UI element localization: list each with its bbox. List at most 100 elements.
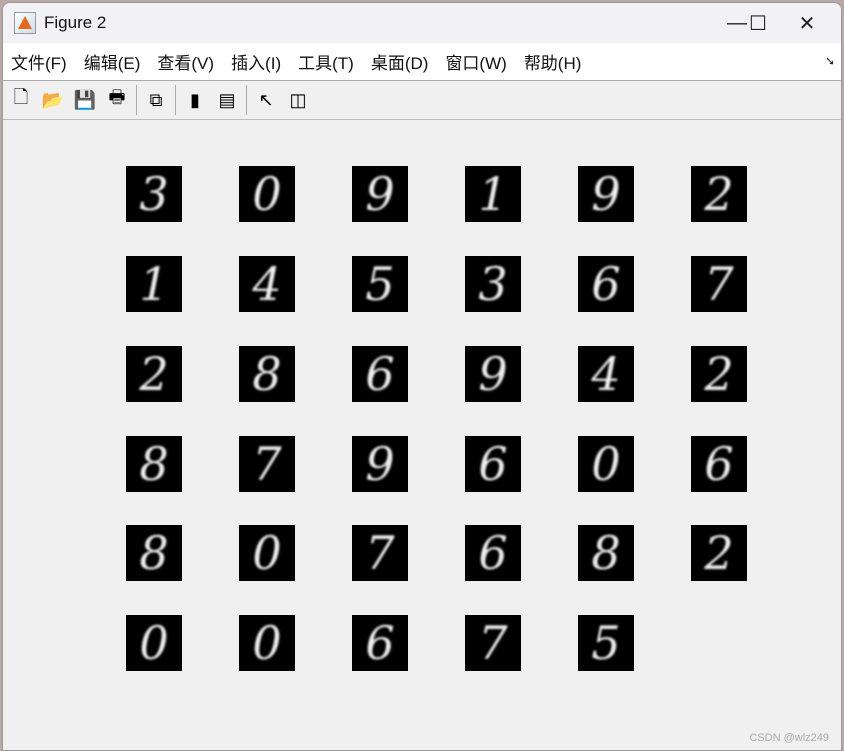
digit-image: 6	[465, 436, 521, 492]
digit-image: 1	[465, 166, 521, 222]
digit-image: 7	[691, 256, 747, 312]
maximize-button[interactable]: ☐	[733, 3, 783, 43]
digit-image: 7	[239, 436, 295, 492]
edit-plot-icon[interactable]: ↖	[253, 87, 279, 113]
digit-image: 5	[578, 615, 634, 671]
title-bar: Figure 2 — ☐ ✕	[3, 3, 841, 43]
insert-legend-icon[interactable]: ▤	[214, 87, 240, 113]
menu-item[interactable]: 窗口(W)	[445, 49, 506, 74]
digit-image: 4	[578, 346, 634, 402]
print-icon[interactable]: 🖶	[104, 87, 130, 113]
digit-image: 9	[352, 436, 408, 492]
digit-glyph: 6	[478, 526, 508, 580]
digit-image: 3	[465, 256, 521, 312]
digit-glyph: 2	[704, 167, 734, 221]
digit-glyph: 4	[591, 347, 621, 401]
menu-item[interactable]: 桌面(D)	[371, 49, 429, 74]
digit-image: 2	[126, 346, 182, 402]
digit-glyph: 0	[252, 616, 282, 670]
digit-image: 2	[691, 525, 747, 581]
digit-image: 2	[691, 346, 747, 402]
property-inspector-icon[interactable]: ◫	[285, 87, 311, 113]
digit-image: 6	[691, 436, 747, 492]
new-figure-icon[interactable]: 🗋	[8, 87, 34, 113]
digit-glyph: 6	[704, 437, 734, 491]
digit-glyph: 4	[252, 257, 282, 311]
insert-colorbar-icon[interactable]: ▮	[182, 87, 208, 113]
digit-image: 7	[352, 525, 408, 581]
digit-glyph: 0	[252, 167, 282, 221]
link-plot-icon[interactable]: ⧉	[143, 87, 169, 113]
digit-glyph: 9	[478, 347, 508, 401]
digit-image: 0	[578, 436, 634, 492]
digit-glyph: 2	[139, 347, 169, 401]
dock-arrow-icon[interactable]: ➘	[825, 54, 835, 68]
menu-item[interactable]: 工具(T)	[298, 49, 354, 74]
digit-glyph: 7	[252, 437, 282, 491]
digit-glyph: 2	[704, 347, 734, 401]
menu-bar: 文件(F) 编辑(E) 查看(V) 插入(I) 工具(T) 桌面(D) 窗口(W) 帮助(H)…	[3, 43, 841, 81]
digit-glyph: 8	[139, 526, 169, 580]
menu-item[interactable]: 文件(F)	[11, 49, 67, 74]
digit-glyph: 5	[591, 616, 621, 670]
digit-glyph: 9	[365, 167, 395, 221]
digit-image: 8	[239, 346, 295, 402]
close-button[interactable]: ✕	[782, 3, 832, 43]
toolbar: 🗋 📂 💾 🖶 ⧉ ▮ ▤ ↖ ◫	[3, 81, 841, 120]
digit-image: 6	[352, 615, 408, 671]
digit-image: 6	[465, 525, 521, 581]
digit-glyph: 7	[704, 257, 734, 311]
toolbar-separator	[136, 85, 137, 115]
toolbar-separator	[175, 85, 176, 115]
digit-glyph: 6	[591, 257, 621, 311]
digit-glyph: 9	[591, 167, 621, 221]
digit-glyph: 9	[365, 437, 395, 491]
menu-item[interactable]: 查看(V)	[157, 49, 214, 74]
digit-image: 7	[465, 615, 521, 671]
digit-image: 0	[239, 525, 295, 581]
digit-image: 0	[126, 615, 182, 671]
digit-image: 3	[126, 166, 182, 222]
digit-image: 0	[239, 615, 295, 671]
digit-glyph: 1	[478, 167, 508, 221]
digit-glyph: 3	[139, 167, 169, 221]
menu-item[interactable]: 帮助(H)	[524, 49, 582, 74]
digit-glyph: 5	[365, 257, 395, 311]
digit-glyph: 3	[478, 257, 508, 311]
window-title: Figure 2	[44, 13, 107, 32]
digit-image: 6	[352, 346, 408, 402]
watermark: CSDN @wlz249	[749, 732, 829, 744]
digit-image: 9	[465, 346, 521, 402]
digit-image: 8	[126, 525, 182, 581]
digit-image: 4	[239, 256, 295, 312]
figure-window: Figure 2 — ☐ ✕ 文件(F) 编辑(E) 查看(V) 插入(I) 工具(T) 桌…	[2, 2, 842, 751]
digit-glyph: 0	[139, 616, 169, 670]
matlab-logo-icon	[14, 12, 36, 34]
digit-image: 6	[578, 256, 634, 312]
digit-image: 8	[126, 436, 182, 492]
digit-image: 9	[352, 166, 408, 222]
digit-image: 9	[578, 166, 634, 222]
digit-image: 0	[239, 166, 295, 222]
digit-glyph: 0	[591, 437, 621, 491]
digit-glyph: 6	[478, 437, 508, 491]
digit-glyph: 8	[139, 437, 169, 491]
open-file-icon[interactable]: 📂	[40, 87, 66, 113]
menu-item[interactable]: 编辑(E)	[84, 49, 141, 74]
toolbar-separator	[246, 85, 247, 115]
menu-item[interactable]: 插入(I)	[231, 49, 281, 74]
digit-glyph: 2	[704, 526, 734, 580]
digit-image: 2	[691, 166, 747, 222]
digit-glyph: 8	[591, 526, 621, 580]
digit-glyph: 0	[252, 526, 282, 580]
digit-image: 1	[126, 256, 182, 312]
digit-glyph: 6	[365, 347, 395, 401]
digit-glyph: 1	[139, 257, 169, 311]
digit-glyph: 7	[478, 616, 508, 670]
digit-glyph: 6	[365, 616, 395, 670]
digit-image: 8	[578, 525, 634, 581]
save-icon[interactable]: 💾	[72, 87, 98, 113]
digit-glyph: 7	[365, 526, 395, 580]
digit-glyph: 8	[252, 347, 282, 401]
digit-image: 5	[352, 256, 408, 312]
